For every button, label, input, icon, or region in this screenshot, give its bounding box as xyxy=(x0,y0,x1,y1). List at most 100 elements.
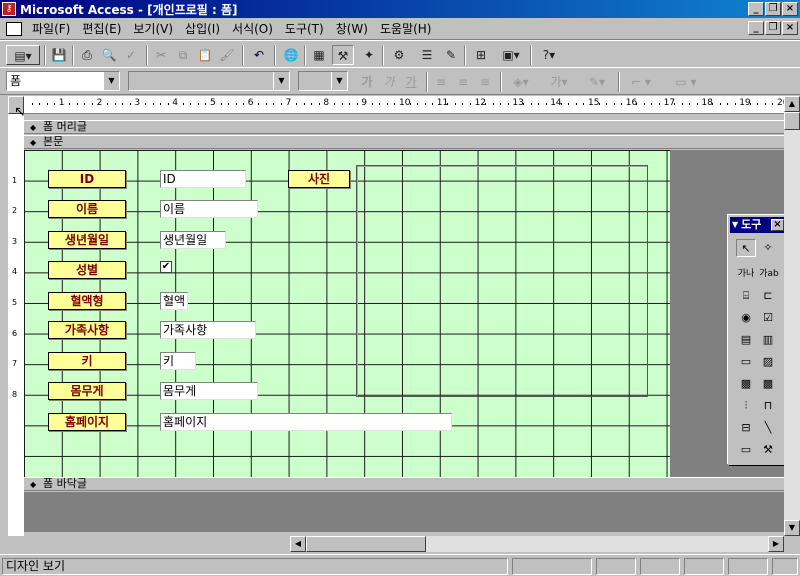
form-header-bar[interactable]: ◆ 폼 머리글 xyxy=(24,120,784,134)
toolbox-title-bar[interactable]: ▼ 도구 × xyxy=(730,217,784,233)
label-tool-icon[interactable]: 가나 xyxy=(734,265,758,283)
line-tool-icon[interactable]: ╲ xyxy=(758,419,778,437)
close-button[interactable]: × xyxy=(782,2,798,16)
align-right-icon[interactable]: ≡ xyxy=(474,72,496,92)
detail-section-bar[interactable]: ◆ 본문 xyxy=(24,135,784,149)
label-height[interactable]: 키 xyxy=(48,352,126,370)
insert-hyperlink-icon[interactable]: 🌐 xyxy=(280,45,302,65)
horizontal-scroll-thumb[interactable] xyxy=(306,536,426,552)
label-weight[interactable]: 몸무게 xyxy=(48,382,126,400)
builder-icon[interactable]: ✎ xyxy=(440,45,462,65)
doc-close-button[interactable]: × xyxy=(782,21,798,35)
combo-box-icon[interactable]: ▤ xyxy=(736,331,756,349)
toolbox-close-button[interactable]: × xyxy=(771,219,784,231)
label-gender[interactable]: 성별 xyxy=(48,261,126,279)
special-effect-icon[interactable]: ▭ ▾ xyxy=(664,72,708,92)
menu-format[interactable]: 서식(O) xyxy=(226,20,279,38)
option-button-icon[interactable]: ◉ xyxy=(736,309,756,327)
form-document-icon[interactable] xyxy=(6,21,22,36)
undo-icon[interactable]: ↶ xyxy=(248,45,270,65)
scroll-left-button[interactable]: ◀ xyxy=(290,536,306,552)
cut-icon[interactable]: ✂ xyxy=(150,45,172,65)
label-birthdate[interactable]: 생년월일 xyxy=(48,231,126,249)
textbox-homepage[interactable]: 홈페이지 xyxy=(160,413,452,431)
toggle-button-icon[interactable]: ⊏ xyxy=(758,287,778,305)
paste-icon[interactable]: 📋 xyxy=(194,45,216,65)
image-tool-icon[interactable]: ▨ xyxy=(758,353,778,371)
menu-help[interactable]: 도움말(H) xyxy=(374,20,438,38)
tab-control-icon[interactable]: ⊓ xyxy=(758,397,778,415)
bound-object-frame-icon[interactable]: ▩ xyxy=(758,375,778,393)
properties-icon[interactable]: ☰ xyxy=(416,45,438,65)
database-window-icon[interactable]: ⊞ xyxy=(470,45,492,65)
copy-icon[interactable]: ⧉ xyxy=(172,45,194,65)
help-icon[interactable]: ?▾ xyxy=(534,45,564,65)
toolbox-icon[interactable]: ⚒ xyxy=(332,45,354,65)
scroll-right-button[interactable]: ▶ xyxy=(768,536,784,552)
label-family[interactable]: 가족사항 xyxy=(48,321,126,339)
fill-color-icon[interactable]: ◈▾ xyxy=(506,72,536,92)
underline-icon[interactable]: 가 xyxy=(400,72,422,92)
scroll-up-button[interactable]: ▲ xyxy=(784,96,800,112)
control-wizards-icon[interactable]: ✧ xyxy=(758,239,778,257)
textbox-name[interactable]: 이름 xyxy=(160,200,258,218)
menu-insert[interactable]: 삽입(I) xyxy=(179,20,226,38)
align-left-icon[interactable]: ≡ xyxy=(430,72,452,92)
unbound-object-frame-icon[interactable]: ▩ xyxy=(736,375,756,393)
restore-button[interactable]: ❐ xyxy=(765,2,781,16)
label-homepage[interactable]: 홈페이지 xyxy=(48,413,126,431)
new-object-icon[interactable]: ▣▾ xyxy=(496,45,526,65)
view-icon[interactable]: ▤▾ xyxy=(6,45,40,65)
label-name[interactable]: 이름 xyxy=(48,200,126,218)
bold-icon[interactable]: 가 xyxy=(356,72,378,92)
photo-frame[interactable] xyxy=(356,165,648,397)
spelling-icon[interactable]: ✓ xyxy=(120,45,142,65)
form-footer-bar[interactable]: ◆ 폼 바닥글 xyxy=(24,477,784,491)
object-combo[interactable]: 폼 ▼ xyxy=(6,71,120,91)
textbox-tool-icon[interactable]: 가ab xyxy=(757,265,781,283)
code-icon[interactable]: ⚙ xyxy=(388,45,410,65)
menu-file[interactable]: 파일(F) xyxy=(26,20,76,38)
select-objects-icon[interactable]: ↖ xyxy=(736,239,756,257)
subform-icon[interactable]: ⊟ xyxy=(736,419,756,437)
scroll-down-button[interactable]: ▼ xyxy=(784,520,800,536)
line-width-icon[interactable]: ⌐ ▾ xyxy=(624,72,658,92)
more-controls-icon[interactable]: ⚒ xyxy=(758,441,778,459)
align-center-icon[interactable]: ≡ xyxy=(452,72,474,92)
checkbox-tool-icon[interactable]: ☑ xyxy=(758,309,778,327)
size-combo[interactable]: ▼ xyxy=(298,71,348,91)
option-group-icon[interactable]: ⌸ xyxy=(736,287,756,305)
rectangle-tool-icon[interactable]: ▭ xyxy=(736,441,756,459)
label-bloodtype[interactable]: 혈액형 xyxy=(48,292,126,310)
menu-window[interactable]: 창(W) xyxy=(330,20,374,38)
doc-minimize-button[interactable]: _ xyxy=(748,21,764,35)
print-preview-icon[interactable]: 🔍 xyxy=(98,45,120,65)
textbox-birthdate[interactable]: 생년월일 xyxy=(160,231,226,249)
menu-edit[interactable]: 편집(E) xyxy=(76,20,127,38)
textbox-height[interactable]: 키 xyxy=(160,352,196,370)
doc-restore-button[interactable]: ❐ xyxy=(765,21,781,35)
list-box-icon[interactable]: ▥ xyxy=(758,331,778,349)
label-id[interactable]: ID xyxy=(48,170,126,188)
font-combo[interactable]: ▼ xyxy=(128,71,290,91)
textbox-family[interactable]: 가족사항 xyxy=(160,321,256,339)
save-icon[interactable]: 💾 xyxy=(48,45,70,65)
command-button-icon[interactable]: ▭ xyxy=(736,353,756,371)
format-painter-icon[interactable]: 🖌 xyxy=(216,45,238,65)
textbox-weight[interactable]: 몸무게 xyxy=(160,382,258,400)
field-list-icon[interactable]: ▦ xyxy=(308,45,330,65)
menu-view[interactable]: 보기(V) xyxy=(127,20,179,38)
textbox-bloodtype[interactable]: 혈액 xyxy=(160,292,188,310)
italic-icon[interactable]: 가 xyxy=(378,72,400,92)
toolbox-menu-icon[interactable]: ▼ xyxy=(732,217,738,233)
page-break-icon[interactable]: ⫶ xyxy=(736,397,756,415)
horizontal-scrollbar[interactable]: ◀ ▶ xyxy=(290,536,784,552)
checkbox-gender[interactable]: ✔ xyxy=(160,261,172,273)
textbox-id[interactable]: ID xyxy=(160,170,246,188)
vertical-scrollbar[interactable]: ▲ ▼ xyxy=(784,96,800,536)
line-color-icon[interactable]: ✎▾ xyxy=(582,72,612,92)
label-photo[interactable]: 사진 xyxy=(288,170,350,188)
print-icon[interactable]: ⎙ xyxy=(76,45,98,65)
autoformat-icon[interactable]: ✦ xyxy=(358,45,380,65)
vertical-scroll-thumb[interactable] xyxy=(784,112,800,130)
